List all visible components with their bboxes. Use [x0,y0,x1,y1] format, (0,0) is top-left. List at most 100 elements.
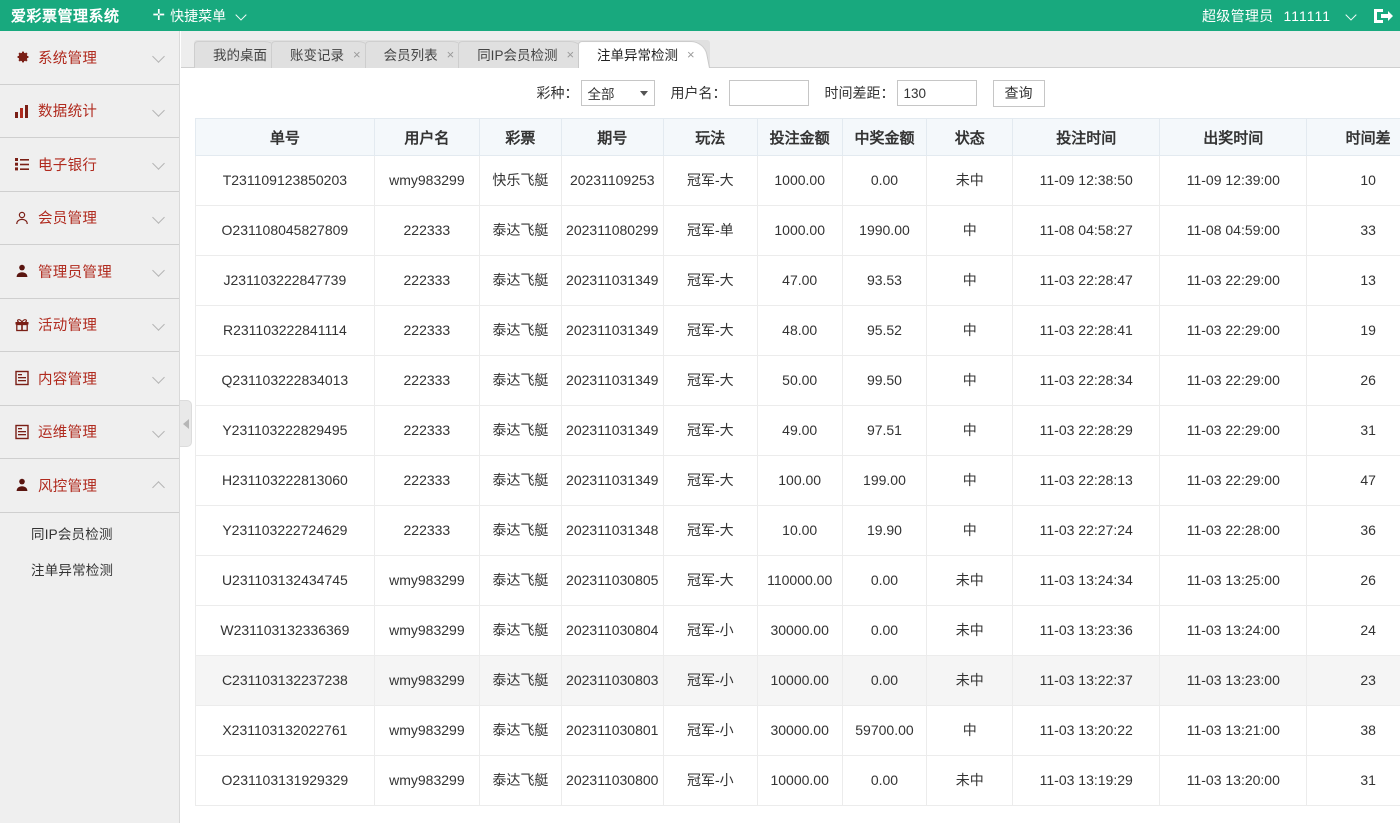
cell-win-amount: 93.53 [842,256,927,306]
cell-playtype: 冠军-小 [663,656,757,706]
status-badge: 中 [927,306,1013,356]
list-icon [13,156,30,173]
cell-order-no: J231103222847739 [196,256,375,306]
cell-bet-amount: 30000.00 [757,706,842,756]
cell-order-no: O231103131929329 [196,756,375,806]
chevron-down-icon [153,265,165,277]
close-icon[interactable]: × [447,48,455,61]
tab-my-desktop[interactable]: 我的桌面 [194,40,282,68]
close-icon[interactable]: × [353,48,361,61]
cell-playtype: 冠军-大 [663,506,757,556]
cell-bet-amount: 50.00 [757,356,842,406]
column-header-status: 状态 [927,119,1013,156]
cell-bet-time: 11-03 22:28:13 [1013,456,1160,506]
sidebar-item-system-management[interactable]: 系统管理 [0,31,179,84]
sidebar-item-member-management[interactable]: 会员管理 [0,192,179,245]
tab-member-list[interactable]: 会员列表 × [365,40,470,68]
sidebar-group-ops: 运维管理 [0,406,179,460]
tab-account-records[interactable]: 账变记录 × [271,40,376,68]
table-row[interactable]: Y231103222724629222333泰达飞艇202311031348冠军… [196,506,1400,556]
sidebar-item-electronic-bank[interactable]: 电子银行 [0,138,179,191]
sidebar-item-risk-control[interactable]: 风控管理 [0,459,179,512]
table-row[interactable]: C231103132237238wmy983299泰达飞艇20231103080… [196,656,1400,706]
cell-playtype: 冠军-小 [663,756,757,806]
cell-bet-amount: 10000.00 [757,656,842,706]
tab-same-ip-detection[interactable]: 同IP会员检测 × [458,40,589,68]
sidebar-item-activity-management[interactable]: 活动管理 [0,299,179,352]
username-input[interactable] [729,80,809,106]
cell-issue: 202311031349 [561,306,663,356]
cell-bet-time: 11-03 13:19:29 [1013,756,1160,806]
cell-win-amount: 0.00 [842,606,927,656]
cell-bet-time: 11-03 22:28:34 [1013,356,1160,406]
cell-issue: 202311031349 [561,256,663,306]
submenu-item-label: 同IP会员检测 [31,523,113,543]
cell-order-no: Y231103222724629 [196,506,375,556]
chevron-down-icon [153,51,165,63]
cell-time-diff: 13 [1307,256,1400,306]
user-solid-icon [13,263,30,280]
sidebar-item-abnormal-order-detection[interactable]: 注单异常检测 [0,551,179,587]
cell-time-diff: 31 [1307,406,1400,456]
cell-win-amount: 97.51 [842,406,927,456]
quick-menu-label: 快捷菜单 [170,6,226,26]
cell-issue: 202311080299 [561,206,663,256]
cell-username: wmy983299 [374,656,479,706]
cell-time-diff: 47 [1307,456,1400,506]
table-row[interactable]: H231103222813060222333泰达飞艇202311031349冠军… [196,456,1400,506]
tab-label: 我的桌面 [213,44,267,64]
tab-abnormal-order-detection[interactable]: 注单异常检测 × [578,40,710,68]
column-header-draw-time: 出奖时间 [1160,119,1307,156]
cell-draw-time: 11-03 22:29:00 [1160,306,1307,356]
close-icon[interactable]: × [566,48,574,61]
cell-playtype: 冠军-大 [663,156,757,206]
sidebar-item-ops-management[interactable]: 运维管理 [0,406,179,459]
timediff-input[interactable] [897,80,977,106]
table-row[interactable]: O231103131929329wmy983299泰达飞艇20231103080… [196,756,1400,806]
cell-username: wmy983299 [374,156,479,206]
table-row[interactable]: Q231103222834013222333泰达飞艇202311031349冠军… [196,356,1400,406]
sidebar-group-ebank: 电子银行 [0,138,179,192]
table-row[interactable]: O231108045827809222333泰达飞艇202311080299冠军… [196,206,1400,256]
sidebar-item-label: 风控管理 [38,475,97,496]
status-badge: 中 [927,356,1013,406]
table-row[interactable]: Y231103222829495222333泰达飞艇202311031349冠军… [196,406,1400,456]
close-icon[interactable]: × [687,48,695,61]
cell-playtype: 冠军-大 [663,256,757,306]
chevron-down-icon[interactable] [1347,10,1358,21]
cell-playtype: 冠军-大 [663,456,757,506]
lottery-type-label: 彩种： [537,83,579,103]
table-row[interactable]: R231103222841114222333泰达飞艇202311031349冠军… [196,306,1400,356]
sidebar-item-data-statistics[interactable]: 数据统计 [0,85,179,138]
sidebar-group-admin: 管理员管理 [0,245,179,299]
cell-win-amount: 0.00 [842,656,927,706]
cell-order-no: O231108045827809 [196,206,375,256]
status-badge: 未中 [927,556,1013,606]
sidebar-item-label: 会员管理 [38,207,97,228]
orders-table-wrapper[interactable]: 单号 用户名 彩票 期号 玩法 投注金额 中奖金额 状态 投注时间 出奖时间 时… [181,118,1400,823]
lottery-type-select[interactable]: 全部 [581,80,655,106]
cell-bet-amount: 1000.00 [757,206,842,256]
quick-menu-button[interactable]: ✛ 快捷菜单 [153,6,249,26]
sidebar-collapse-toggle[interactable] [180,400,192,447]
logout-icon[interactable] [1372,6,1394,26]
cell-draw-time: 11-03 13:20:00 [1160,756,1307,806]
search-button[interactable]: 查询 [993,80,1045,107]
table-row[interactable]: T231109123850203wmy983299快乐飞艇20231109253… [196,156,1400,206]
table-row[interactable]: J231103222847739222333泰达飞艇202311031349冠军… [196,256,1400,306]
sidebar-item-content-management[interactable]: 内容管理 [0,352,179,405]
filter-username: 用户名： [671,80,809,106]
status-badge: 中 [927,456,1013,506]
column-header-username: 用户名 [374,119,479,156]
tab-bar: 我的桌面 账变记录 × 会员列表 × 同IP会员检测 × 注单异常检测 × [181,31,1400,68]
sidebar-item-admin-management[interactable]: 管理员管理 [0,245,179,298]
table-row[interactable]: U231103132434745wmy983299泰达飞艇20231103080… [196,556,1400,606]
cell-draw-time: 11-03 22:29:00 [1160,406,1307,456]
cell-order-no: T231109123850203 [196,156,375,206]
table-row[interactable]: W231103132336369wmy983299泰达飞艇20231103080… [196,606,1400,656]
table-row[interactable]: X231103132022761wmy983299泰达飞艇20231103080… [196,706,1400,756]
gear-icon [13,49,30,66]
cell-username: wmy983299 [374,756,479,806]
plus-icon: ✛ [153,8,166,23]
sidebar-item-same-ip-detection[interactable]: 同IP会员检测 [0,515,179,551]
